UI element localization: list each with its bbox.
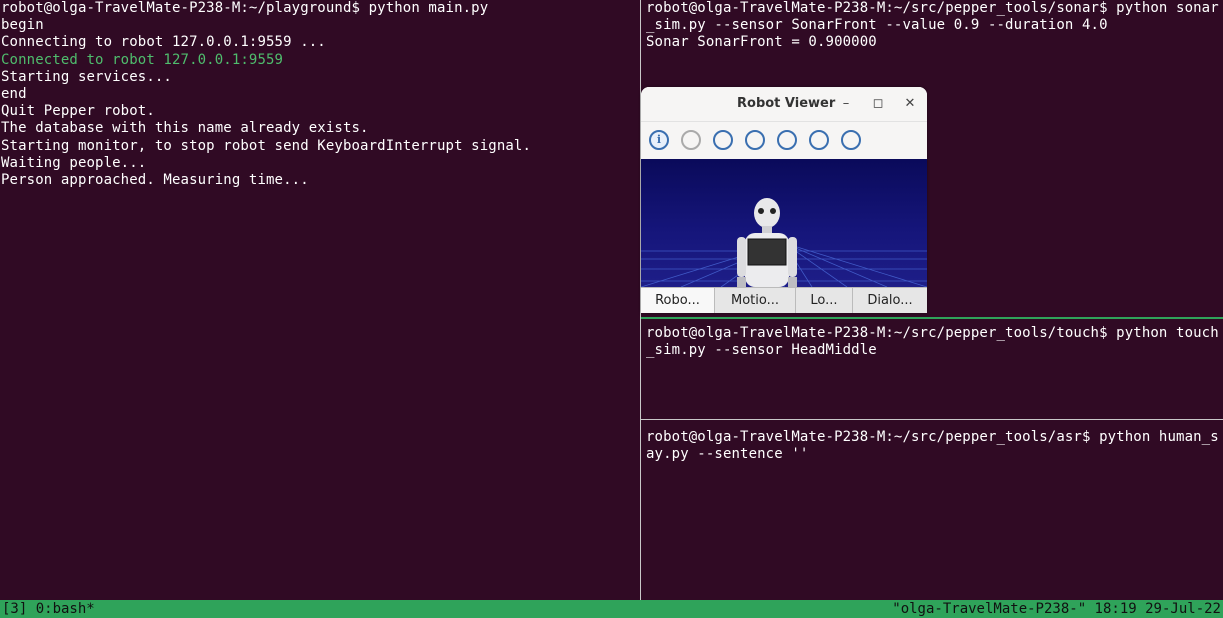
terminal-line: robot@olga-TravelMate-P238-M:~/src/peppe… bbox=[646, 429, 1219, 445]
viewer-toolbar: i bbox=[641, 121, 927, 160]
host-clock: "olga-TravelMate-P238-" 18:19 29-Jul-22 bbox=[892, 601, 1221, 617]
minimize-icon[interactable]: – bbox=[837, 95, 855, 113]
tab-log[interactable]: Lo... bbox=[796, 288, 853, 313]
terminal-output: robot@olga-TravelMate-P238-M:~/src/peppe… bbox=[646, 325, 1219, 359]
tab-dialog[interactable]: Dialo... bbox=[853, 288, 927, 313]
pane-divider-horizontal[interactable] bbox=[641, 419, 1223, 420]
terminal-pane-left[interactable]: robot@olga-TravelMate-P238-M:~/playgroun… bbox=[0, 0, 640, 600]
robot-3d-view[interactable] bbox=[641, 159, 927, 287]
terminal-line: _sim.py --sensor SonarFront --value 0.9 … bbox=[646, 17, 1108, 34]
gear-icon[interactable] bbox=[777, 130, 797, 150]
terminal-line: robot@olga-TravelMate-P238-M:~/playgroun… bbox=[1, 0, 489, 16]
terminal-line: end bbox=[1, 86, 27, 103]
terminal-line: _sim.py --sensor HeadMiddle bbox=[646, 342, 877, 359]
window-titlebar[interactable]: Robot Viewer – ◻ ✕ bbox=[641, 87, 927, 121]
terminal-output: robot@olga-TravelMate-P238-M:~/src/peppe… bbox=[646, 0, 1219, 52]
window-title: Robot Viewer bbox=[737, 96, 836, 111]
info-icon[interactable]: i bbox=[649, 130, 669, 150]
joints-icon[interactable] bbox=[681, 130, 701, 150]
terminal-pane-middle-right[interactable]: robot@olga-TravelMate-P238-M:~/src/peppe… bbox=[642, 320, 1223, 419]
face-icon[interactable] bbox=[841, 130, 861, 150]
terminal-line: ay.py --sentence '' bbox=[646, 446, 809, 463]
terminal-output: robot@olga-TravelMate-P238-M:~/src/peppe… bbox=[646, 429, 1219, 463]
terminal-line: Person approached. Measuring time... bbox=[1, 172, 309, 189]
terminal-line: Starting monitor, to stop robot send Key… bbox=[1, 137, 532, 154]
terminal-line: begin bbox=[1, 17, 44, 34]
terminal-line: Connecting to robot 127.0.0.1:9559 ... bbox=[1, 34, 326, 51]
sonar-icon[interactable] bbox=[809, 130, 829, 150]
sparkle-icon[interactable] bbox=[745, 130, 765, 150]
terminal-line: The database with this name already exis… bbox=[1, 120, 369, 137]
robot-viewer-window[interactable]: Robot Viewer – ◻ ✕ i Robo... Motio... Lo… bbox=[641, 87, 927, 313]
window-list[interactable]: [3] 0:bash* bbox=[2, 600, 95, 618]
robot-model bbox=[737, 198, 797, 287]
robot-scene-graphic bbox=[641, 198, 927, 287]
viewer-tabs: Robo... Motio... Lo... Dialo... bbox=[641, 287, 927, 313]
tab-robot[interactable]: Robo... bbox=[641, 288, 715, 313]
terminal-pane-bottom-right[interactable]: robot@olga-TravelMate-P238-M:~/src/peppe… bbox=[642, 421, 1223, 600]
terminal-line: Starting services... bbox=[1, 68, 172, 85]
close-icon[interactable]: ✕ bbox=[901, 95, 919, 113]
terminal-line: Waiting people... bbox=[1, 154, 147, 171]
maximize-icon[interactable]: ◻ bbox=[869, 95, 887, 113]
terminal-output: robot@olga-TravelMate-P238-M:~/playgroun… bbox=[1, 0, 531, 189]
terminal-line: Connected to robot 127.0.0.1:9559 bbox=[1, 51, 284, 68]
tab-motion[interactable]: Motio... bbox=[715, 288, 796, 313]
pane-divider-active[interactable] bbox=[641, 317, 1223, 319]
tmux-status-bar: [3] 0:bash* "olga-TravelMate-P238-" 18:1… bbox=[0, 600, 1223, 618]
terminal-line: robot@olga-TravelMate-P238-M:~/src/peppe… bbox=[646, 325, 1219, 341]
terminal-line: Quit Pepper robot. bbox=[1, 103, 155, 120]
camera-icon[interactable] bbox=[713, 130, 733, 150]
terminal-line: Sonar SonarFront = 0.900000 bbox=[646, 34, 877, 51]
terminal-line: robot@olga-TravelMate-P238-M:~/src/peppe… bbox=[646, 0, 1219, 16]
